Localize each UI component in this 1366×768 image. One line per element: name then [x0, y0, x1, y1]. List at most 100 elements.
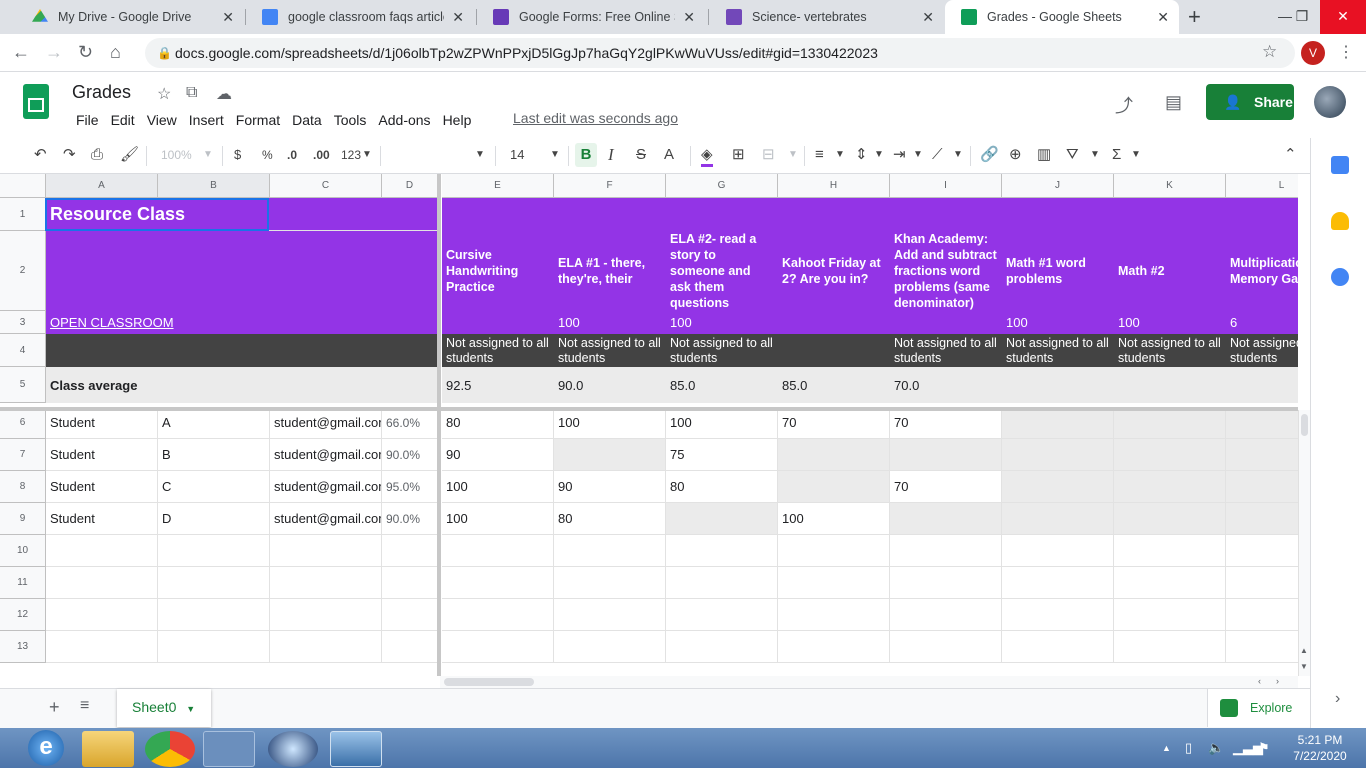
print-icon[interactable]: ⎙ — [91, 146, 103, 164]
undo-icon[interactable]: ↶ — [34, 146, 47, 164]
volume-icon[interactable]: 🔈 — [1208, 740, 1224, 756]
class-name-cell[interactable]: Resource Class — [46, 198, 382, 231]
assignment-points[interactable]: 100 — [666, 311, 778, 334]
grade-cell[interactable]: 100 — [778, 503, 890, 535]
menu-edit[interactable]: Edit — [105, 110, 141, 130]
browser-tab-forms[interactable]: Google Forms: Free Online Surve ✕ — [477, 0, 705, 34]
menu-insert[interactable]: Insert — [183, 110, 230, 130]
back-icon[interactable]: ← — [12, 42, 30, 63]
grade-cell[interactable]: 100 — [666, 407, 778, 439]
frozen-column-divider[interactable] — [437, 174, 441, 676]
close-tab-icon[interactable]: ✕ — [222, 9, 234, 26]
column-header-a[interactable]: A — [46, 174, 158, 198]
grade-cell[interactable] — [1002, 503, 1114, 535]
action-center-icon[interactable]: ⚑ — [1258, 740, 1270, 756]
photo-viewer-icon[interactable] — [330, 731, 382, 767]
borders-icon[interactable]: ⊞ — [732, 146, 745, 164]
assignment-points[interactable] — [442, 311, 554, 334]
student-first-name[interactable]: Student — [46, 439, 158, 471]
grade-cell[interactable] — [1114, 439, 1226, 471]
grade-cell[interactable] — [778, 439, 890, 471]
empty-cell[interactable] — [890, 535, 1002, 567]
cloud-status-icon[interactable]: ☁ — [216, 84, 232, 104]
empty-cell[interactable] — [442, 535, 554, 567]
empty-cell[interactable] — [666, 535, 778, 567]
spreadsheet-grid[interactable]: A B C D E F G H I J K L 1 2 3 4 5 6 7 8 9 10 11 12 13 Resource Cl… — [0, 174, 1298, 676]
merge-cells-icon[interactable]: ⊟ — [762, 146, 775, 164]
assignment-title[interactable]: Multiplication Memory Game — [1226, 231, 1298, 311]
keep-icon[interactable] — [1331, 212, 1349, 230]
empty-cell[interactable] — [442, 567, 554, 599]
grade-cell[interactable] — [554, 439, 666, 471]
empty-cell[interactable] — [382, 631, 438, 663]
bookmark-star-icon[interactable]: ☆ — [1262, 42, 1277, 62]
home-icon[interactable]: ⌂ — [110, 42, 121, 63]
empty-cell[interactable] — [1114, 535, 1226, 567]
empty-cell[interactable] — [158, 631, 270, 663]
column-header-i[interactable]: I — [890, 174, 1002, 198]
empty-cell[interactable] — [1114, 631, 1226, 663]
select-all-corner[interactable] — [0, 174, 46, 198]
grade-cell[interactable] — [890, 439, 1002, 471]
bold-button[interactable]: B — [575, 143, 597, 167]
scroll-left-icon[interactable]: ‹ — [1258, 676, 1261, 686]
row-header-9[interactable]: 9 — [0, 503, 46, 535]
chrome-icon[interactable] — [145, 731, 195, 767]
grade-cell[interactable] — [1114, 503, 1226, 535]
student-email[interactable]: student@gmail.com — [270, 471, 382, 503]
column-header-k[interactable]: K — [1114, 174, 1226, 198]
row-header-13[interactable]: 13 — [0, 631, 46, 663]
menu-tools[interactable]: Tools — [328, 110, 373, 130]
empty-cell[interactable] — [1002, 599, 1114, 631]
student-overall-grade[interactable]: 95.0% — [382, 471, 438, 503]
restore-icon[interactable]: ❐ — [1282, 0, 1322, 34]
horizontal-align-icon[interactable]: ≡ — [815, 146, 824, 164]
assignment-title[interactable]: Kahoot Friday at 2? Are you in? — [778, 231, 890, 311]
decrease-decimal-button[interactable]: .0 — [287, 146, 297, 164]
row-header-5[interactable]: 5 — [0, 367, 46, 403]
column-header-j[interactable]: J — [1002, 174, 1114, 198]
column-header-l[interactable]: L — [1226, 174, 1298, 198]
scroll-thumb[interactable] — [444, 678, 534, 686]
add-sheet-icon[interactable]: + — [49, 697, 60, 718]
student-last-name[interactable]: C — [158, 471, 270, 503]
assignment-title[interactable]: ELA #1 - there, they're, their — [554, 231, 666, 311]
row-header-6[interactable]: 6 — [0, 407, 46, 439]
tasks-icon[interactable] — [1331, 268, 1349, 286]
student-first-name[interactable]: Student — [46, 407, 158, 439]
empty-cell[interactable] — [382, 535, 438, 567]
scroll-down-icon[interactable]: ▼ — [1300, 662, 1308, 671]
empty-cell[interactable] — [1002, 535, 1114, 567]
browser-tab-drive[interactable]: My Drive - Google Drive ✕ — [16, 0, 244, 34]
media-player-icon[interactable] — [268, 731, 318, 767]
increase-decimal-button[interactable]: .00 — [313, 146, 330, 164]
grade-cell[interactable]: 100 — [442, 503, 554, 535]
row-header-4[interactable]: 4 — [0, 334, 46, 367]
empty-cell[interactable] — [778, 599, 890, 631]
strikethrough-button[interactable]: S — [636, 146, 646, 164]
text-color-button[interactable]: A — [664, 146, 674, 164]
empty-cell[interactable] — [46, 535, 158, 567]
student-overall-grade[interactable]: 66.0% — [382, 407, 438, 439]
expand-panel-icon[interactable]: › — [1335, 690, 1340, 708]
empty-cell[interactable] — [1226, 631, 1298, 663]
empty-cell[interactable] — [270, 599, 382, 631]
assigned-status[interactable]: Not assigned to all students — [666, 334, 778, 367]
redo-icon[interactable]: ↷ — [63, 146, 76, 164]
row-header-12[interactable]: 12 — [0, 599, 46, 631]
open-classroom-link[interactable]: OPEN CLASSROOM — [46, 311, 346, 334]
close-tab-icon[interactable]: ✕ — [452, 9, 464, 26]
font-size-select[interactable]: 14 — [510, 146, 524, 164]
grade-cell[interactable] — [1002, 471, 1114, 503]
row-header-1[interactable]: 1 — [0, 198, 46, 231]
clock[interactable]: 5:21 PM 7/22/2020 — [1280, 732, 1360, 764]
empty-cell[interactable] — [442, 631, 554, 663]
student-last-name[interactable]: A — [158, 407, 270, 439]
empty-cell[interactable] — [666, 599, 778, 631]
empty-cell[interactable] — [778, 631, 890, 663]
explore-button[interactable]: Explore — [1207, 689, 1310, 727]
empty-cell[interactable] — [554, 567, 666, 599]
empty-cell[interactable] — [1002, 631, 1114, 663]
grade-cell[interactable]: 100 — [442, 471, 554, 503]
empty-cell[interactable] — [1226, 535, 1298, 567]
